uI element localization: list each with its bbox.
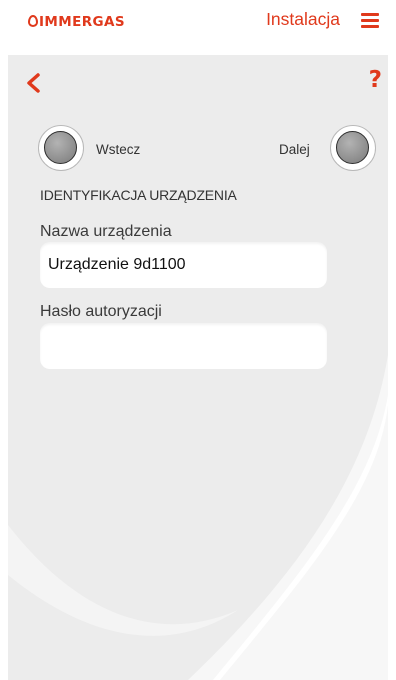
auth-password-label: Hasło autoryzacji (40, 303, 162, 320)
back-arrow-icon[interactable] (24, 72, 44, 94)
device-name-input[interactable] (40, 242, 327, 288)
flame-icon (28, 15, 38, 27)
previous-step-button[interactable] (38, 125, 84, 171)
next-step-button[interactable] (330, 125, 376, 171)
help-button[interactable]: ? (369, 67, 382, 93)
page-title: Instalacja (266, 9, 340, 29)
circle-button-icon (336, 131, 369, 164)
circle-button-icon (44, 131, 77, 164)
app-header: IMMERGAS Instalacja (0, 0, 396, 55)
section-title: IDENTYFIKACJA URZĄDZENIA (40, 187, 237, 203)
auth-password-input[interactable] (40, 323, 327, 369)
next-step-label: Dalej (279, 142, 310, 157)
previous-step-label: Wstecz (96, 142, 141, 157)
content-panel: ? Wstecz Dalej IDENTYFIKACJA URZĄDZENIA … (8, 55, 388, 680)
brand-logo: IMMERGAS (28, 14, 125, 30)
logo-text: IMMERGAS (39, 14, 125, 30)
hamburger-menu-icon[interactable] (361, 13, 379, 28)
device-name-label: Nazwa urządzenia (40, 223, 172, 240)
